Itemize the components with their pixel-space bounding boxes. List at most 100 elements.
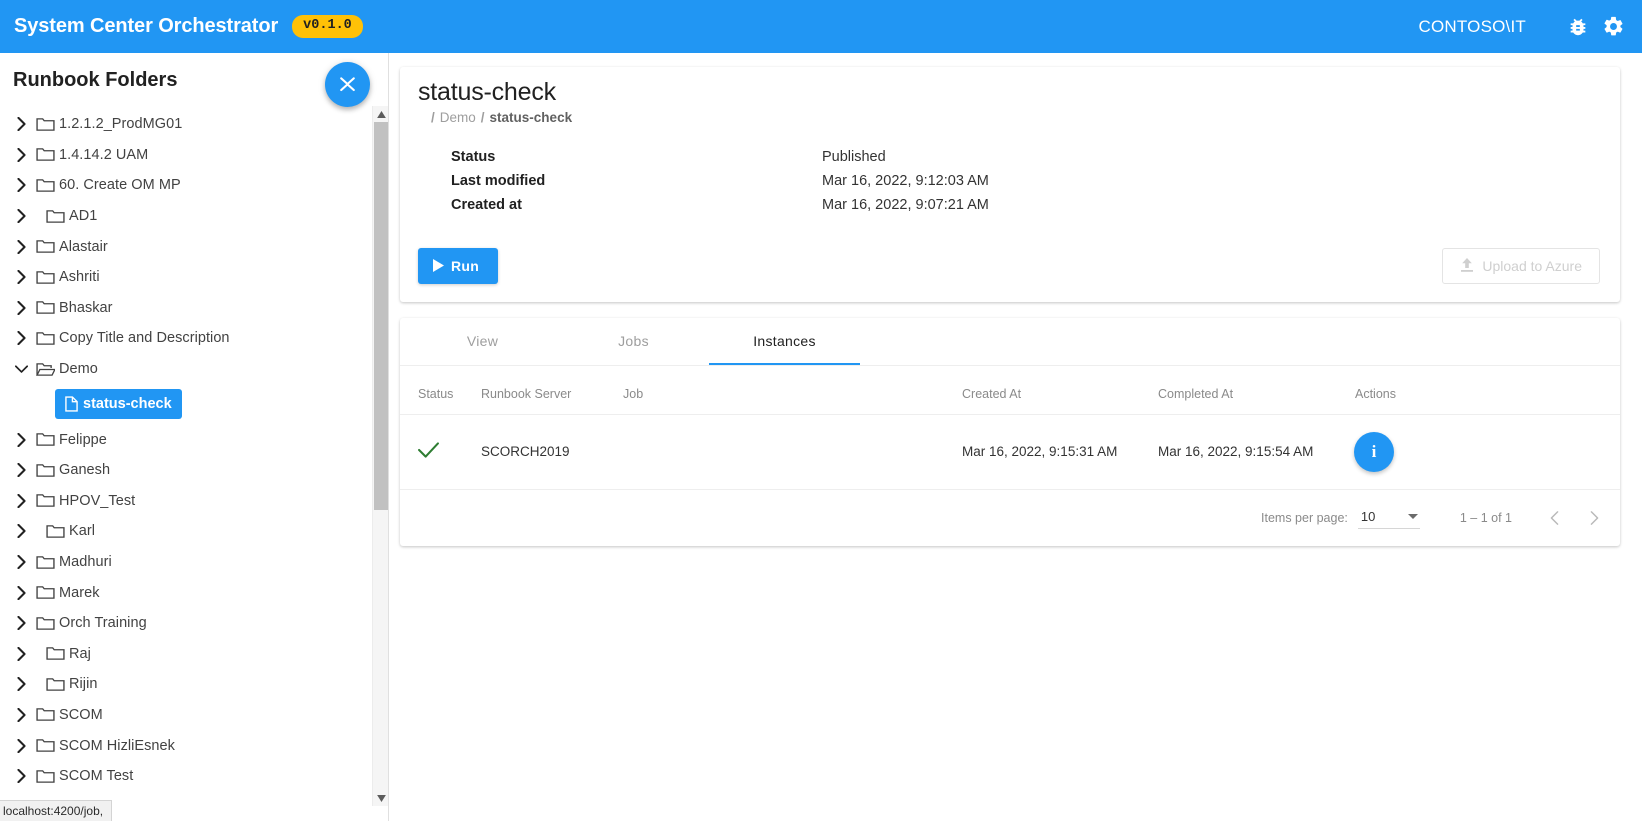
tab-label: Jobs [618,333,649,349]
play-icon [433,259,444,272]
column-header-runbook-server: Runbook Server [481,366,623,415]
sidebar-item-status-check[interactable]: status-check [55,389,182,419]
tree-item-folder[interactable]: Marek [0,577,372,608]
tree-item-folder[interactable]: Alastair [0,231,372,262]
gear-icon[interactable] [1600,14,1626,40]
tree-item-label: SCOM [59,707,103,723]
previous-page-button[interactable] [1534,498,1574,538]
next-page-button[interactable] [1574,498,1614,538]
chevron-right-icon[interactable] [8,555,34,569]
cell-completed-at: Mar 16, 2022, 9:15:54 AM [1158,414,1355,489]
chevron-right-icon[interactable] [8,739,34,753]
chevron-right-icon[interactable] [8,463,34,477]
tree-item-folder[interactable]: SCOM [0,700,372,731]
items-per-page-select[interactable]: 10 [1358,506,1420,529]
tree-item-label: AD1 [69,208,97,224]
tree-item-label: Ganesh [59,462,110,478]
tree-item-folder-expanded[interactable]: Demo [0,354,372,385]
tree-item-folder[interactable]: Karl [0,516,372,547]
tree-item-label: Felippe [59,432,107,448]
folder-icon [34,584,56,602]
chevron-right-icon[interactable] [8,586,34,600]
tree-item-folder[interactable]: Copy Title and Description [0,323,372,354]
chevron-left-icon [1550,511,1559,525]
app-header: System Center Orchestrator v0.1.0 CONTOS… [0,0,1642,53]
chevron-right-icon[interactable] [8,524,34,538]
tree-item-folder[interactable]: 1.2.1.2_ProdMG01 [0,109,372,140]
tree-item-folder[interactable]: AD1 [0,201,372,232]
breadcrumb-parent-link[interactable]: Demo [440,110,476,125]
status-bar-url: localhost:4200/job, [3,804,103,818]
collapse-expand-all-button[interactable] [325,62,370,107]
chevron-right-icon[interactable] [8,178,34,192]
upload-to-azure-button[interactable]: Upload to Azure [1442,248,1600,284]
tab-jobs[interactable]: Jobs [558,318,709,365]
run-button[interactable]: Run [418,248,498,284]
chevron-right-icon[interactable] [8,433,34,447]
tree-item-folder[interactable]: Rijin [0,669,372,700]
tree-item-label: Alastair [59,239,108,255]
folder-icon [44,645,66,663]
tree-item-folder[interactable]: Ashriti [0,262,372,293]
metadata-row: Last modified Mar 16, 2022, 9:12:03 AM [418,169,1600,193]
cell-status [400,414,481,489]
chevron-right-icon[interactable] [8,301,34,315]
tree-item-folder[interactable]: 1.4.14.2 UAM [0,140,372,171]
tree-item-folder[interactable]: Bhaskar [0,293,372,324]
scroll-down-arrow-icon[interactable] [373,790,389,806]
chevron-right-icon[interactable] [8,148,34,162]
folder-icon [34,146,56,164]
folder-icon [34,115,56,133]
chevron-right-icon[interactable] [8,708,34,722]
tree-item-label: Bhaskar [59,300,113,316]
tree-item-label: 60. Create OM MP [59,177,181,193]
tree-item-folder[interactable]: Madhuri [0,547,372,578]
chevron-right-icon[interactable] [8,270,34,284]
tree-item-label: Ashriti [59,269,100,285]
scroll-up-arrow-icon[interactable] [373,106,389,122]
chevron-right-icon[interactable] [8,240,34,254]
tree-item-folder[interactable]: SCOM HizliEsnek [0,730,372,761]
tree-item-folder[interactable]: Ganesh [0,455,372,486]
info-button[interactable]: i [1354,432,1394,472]
chevron-right-icon[interactable] [8,769,34,783]
action-row: Run Upload to Azure [418,248,1600,284]
folder-icon [34,737,56,755]
chevron-right-icon[interactable] [8,647,34,661]
paginator: Items per page: 10 1 – 1 of 1 [400,490,1620,546]
app-title: System Center Orchestrator [14,15,278,38]
tree-item-folder[interactable]: SCOM Test [0,761,372,792]
sidebar-scrollbar[interactable] [372,106,388,806]
metadata-value-last-modified: Mar 16, 2022, 9:12:03 AM [822,169,1600,193]
table-row[interactable]: SCORCH2019 Mar 16, 2022, 9:15:31 AM Mar … [400,414,1620,489]
breadcrumb-root-separator: / [431,110,435,125]
chevron-right-icon[interactable] [8,494,34,508]
breadcrumb-separator: / [481,110,485,125]
folder-icon [34,614,56,632]
tree-item-folder[interactable]: 60. Create OM MP [0,170,372,201]
tab-instances[interactable]: Instances [709,318,860,365]
chevron-right-icon[interactable] [8,677,34,691]
items-per-page-label: Items per page: [1261,511,1348,525]
scrollbar-thumb[interactable] [374,122,388,510]
bug-icon[interactable] [1565,14,1591,40]
chevron-right-icon[interactable] [8,616,34,630]
run-button-label: Run [451,258,479,274]
column-header-actions: Actions [1355,366,1620,415]
tab-bar: View Jobs Instances [400,318,1620,366]
runbook-folder-tree[interactable]: 1.2.1.2_ProdMG01 1.4.14.2 UAM 60. Create… [0,106,372,806]
chevron-down-icon[interactable] [8,365,34,374]
column-header-created-at: Created At [962,366,1158,415]
chevron-right-icon[interactable] [8,331,34,345]
pagination-range-label: 1 – 1 of 1 [1460,511,1512,525]
tree-item-label: SCOM Test [59,768,133,784]
folder-icon [34,706,56,724]
tree-item-folder[interactable]: Orch Training [0,608,372,639]
tree-item-folder[interactable]: HPOV_Test [0,486,372,517]
tab-view[interactable]: View [407,318,558,365]
chevron-right-icon[interactable] [8,117,34,131]
tree-item-folder[interactable]: Raj [0,639,372,670]
chevron-right-icon[interactable] [8,209,34,223]
metadata-row: Created at Mar 16, 2022, 9:07:21 AM [418,193,1600,217]
tree-item-folder[interactable]: Felippe [0,424,372,455]
